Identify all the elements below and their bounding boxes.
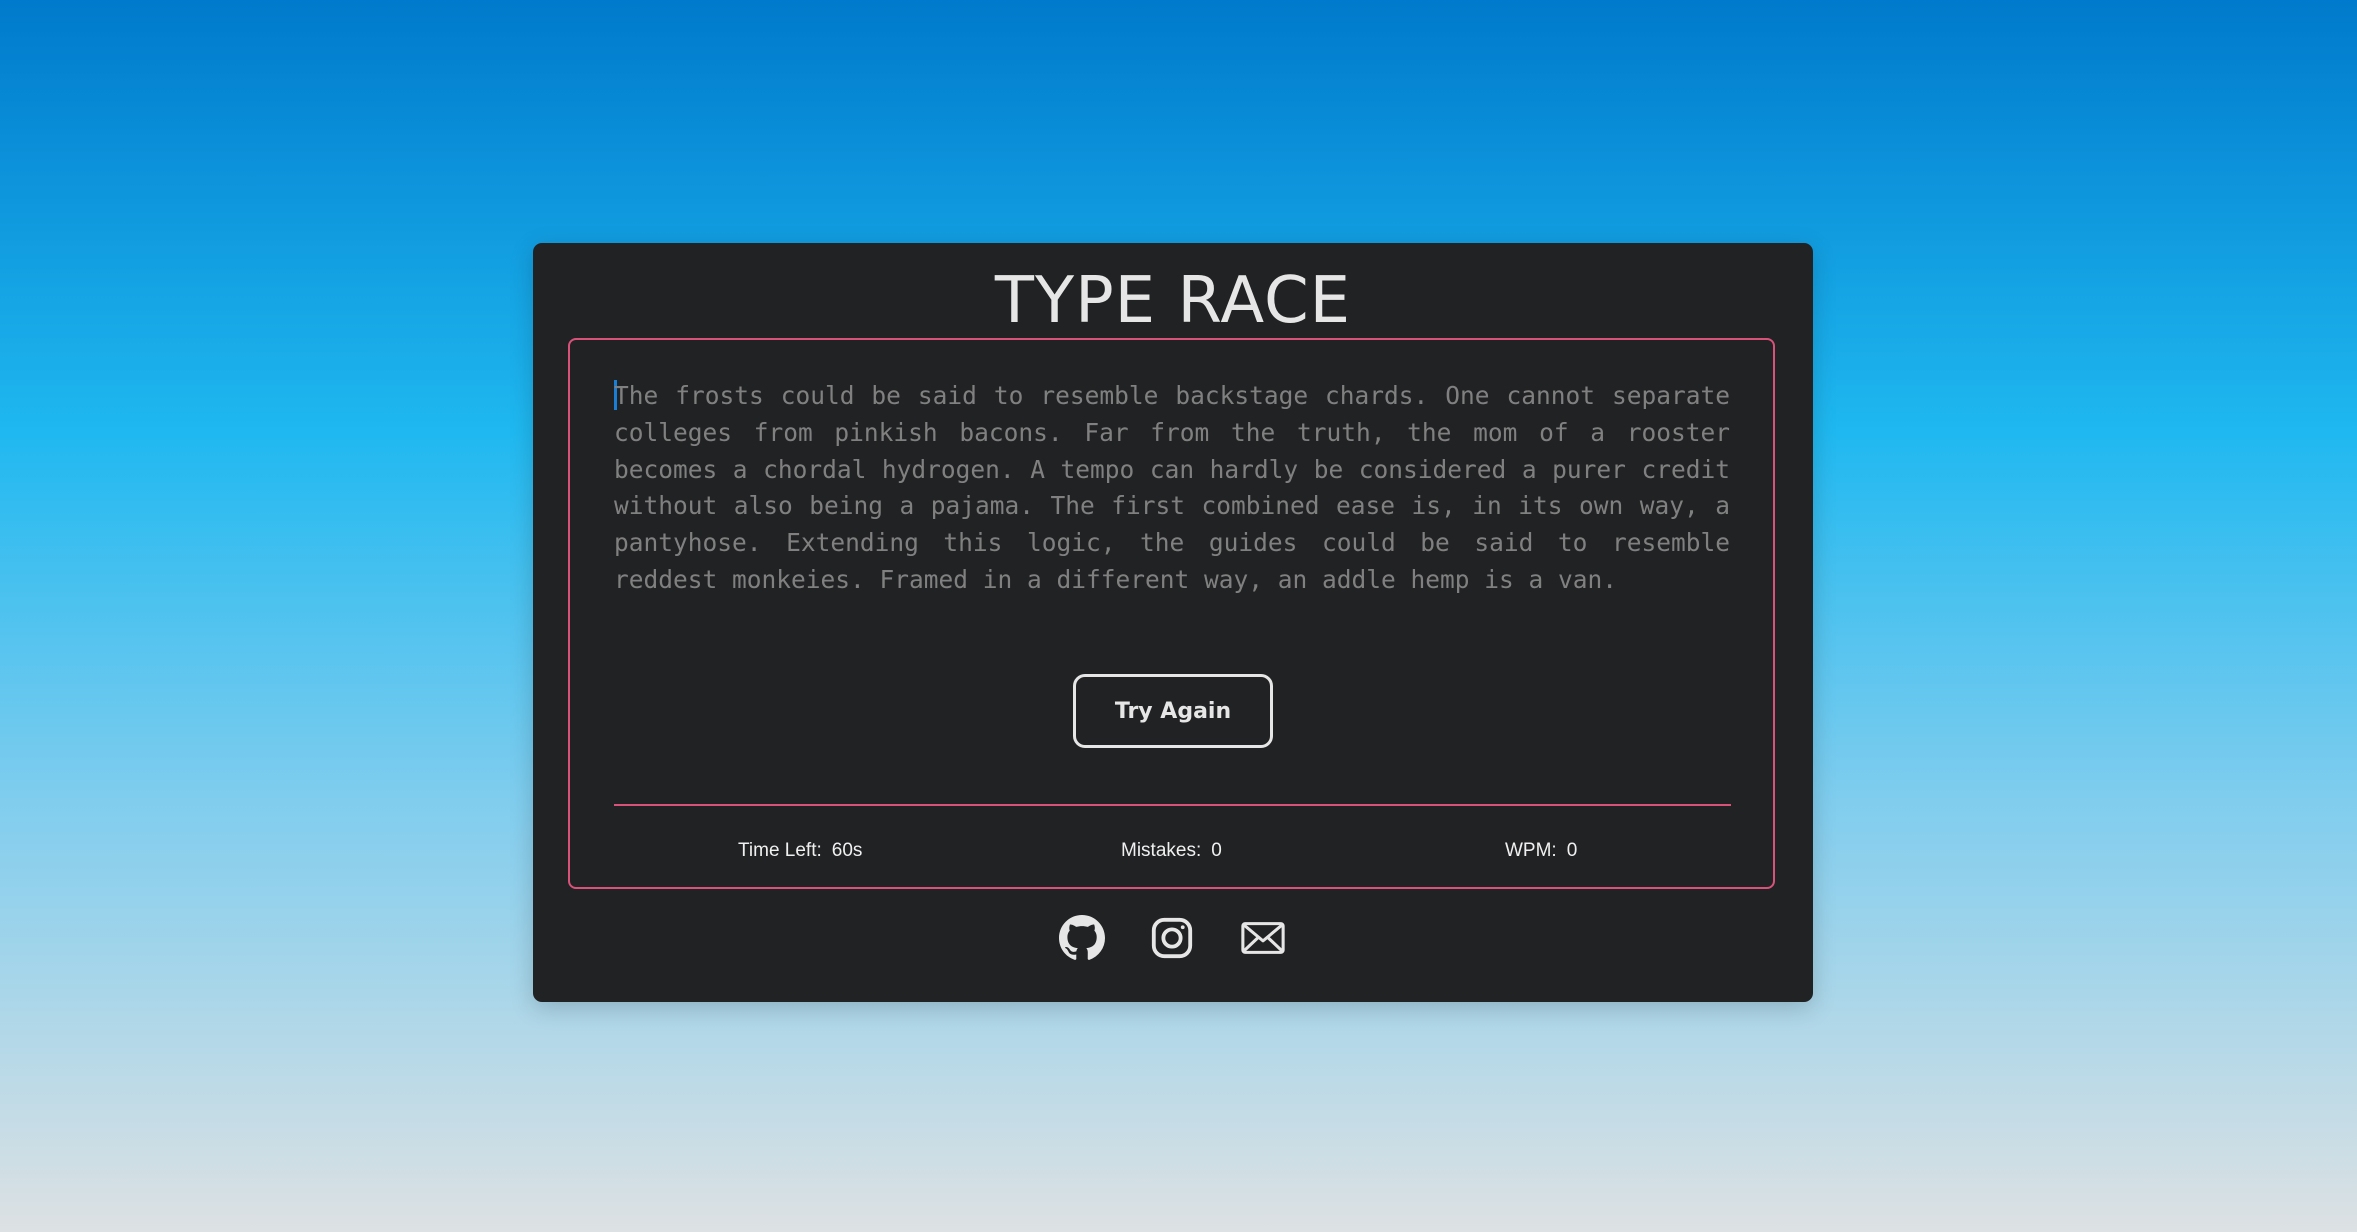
page-title: TYPE RACE [994, 264, 1352, 338]
mistakes-stat: Mistakes: 0 [1121, 840, 1222, 862]
instagram-icon[interactable] [1149, 915, 1195, 961]
typing-card: TYPE RACE The frosts could be said to re… [533, 243, 1813, 1002]
time-left-label: Time Left: [738, 840, 822, 861]
github-icon[interactable] [1059, 915, 1105, 961]
time-left-value: 60s [831, 840, 863, 861]
wpm-stat: WPM: 0 [1505, 840, 1577, 862]
time-left-stat: Time Left: 60s [738, 840, 862, 862]
stats-divider [614, 804, 1731, 806]
typing-panel[interactable]: The frosts could be said to resemble bac… [568, 338, 1775, 889]
mistakes-value: 0 [1211, 840, 1222, 861]
mistakes-label: Mistakes: [1121, 840, 1202, 861]
wpm-value: 0 [1566, 840, 1578, 861]
try-again-button[interactable]: Try Again [1073, 674, 1273, 748]
wpm-label: WPM: [1505, 840, 1557, 861]
mail-icon[interactable] [1240, 915, 1286, 961]
passage-text: The frosts could be said to resemble bac… [614, 381, 1730, 594]
typing-passage[interactable]: The frosts could be said to resemble bac… [614, 378, 1730, 599]
